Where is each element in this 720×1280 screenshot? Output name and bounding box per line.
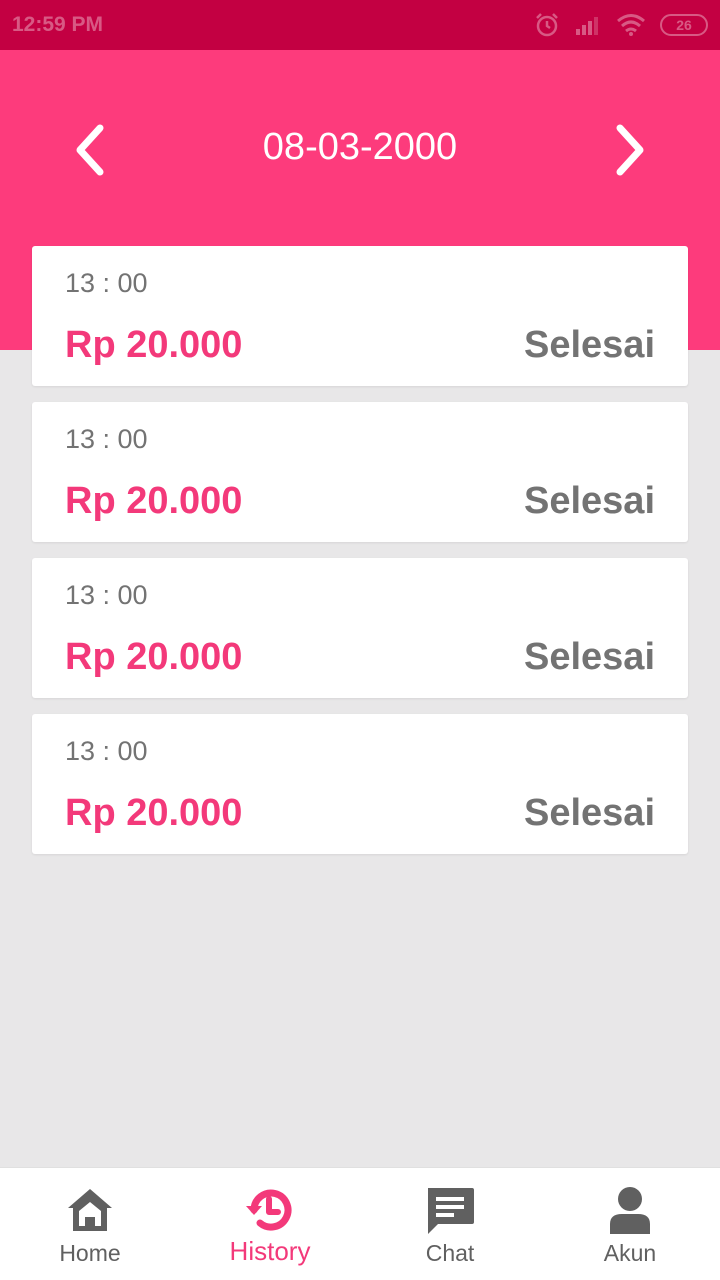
status-bar: 12:59 PM 26 [0, 0, 720, 50]
nav-item-chat[interactable]: Chat [360, 1168, 540, 1280]
transaction-card[interactable]: 13 : 00 Rp 20.000 Selesai [32, 714, 688, 854]
status-time: 12:59 PM [12, 13, 104, 36]
chevron-right-icon [616, 124, 644, 176]
nav-item-account[interactable]: Akun [540, 1168, 720, 1280]
transaction-time: 13 : 00 [65, 736, 148, 766]
transaction-amount: Rp 20.000 [65, 636, 243, 678]
transaction-time: 13 : 00 [65, 268, 148, 298]
nav-label-home: Home [59, 1240, 121, 1266]
bottom-navigation: Home History Chat Akun [0, 1167, 720, 1280]
transaction-amount: Rp 20.000 [65, 324, 243, 366]
transaction-list: 13 : 00 Rp 20.000 Selesai 13 : 00 Rp 20.… [32, 246, 688, 870]
transaction-status: Selesai [524, 324, 655, 366]
nav-item-home[interactable]: Home [0, 1168, 180, 1280]
transaction-time: 13 : 00 [65, 580, 148, 610]
nav-item-history[interactable]: History [180, 1168, 360, 1280]
previous-date-button[interactable] [60, 120, 120, 180]
status-icons: 26 [534, 12, 708, 38]
transaction-time: 13 : 00 [65, 424, 148, 454]
transaction-card[interactable]: 13 : 00 Rp 20.000 Selesai [32, 402, 688, 542]
home-icon [68, 1189, 112, 1231]
nav-label-account: Akun [603, 1240, 657, 1266]
transaction-status: Selesai [524, 792, 655, 834]
transaction-amount: Rp 20.000 [65, 480, 243, 522]
chat-icon [428, 1188, 474, 1234]
signal-icon [576, 17, 598, 35]
nav-label-chat: Chat [425, 1240, 475, 1266]
battery-level: 26 [676, 17, 692, 33]
date-title: 08-03-2000 [262, 126, 458, 168]
transaction-status: Selesai [524, 636, 655, 678]
account-icon [610, 1187, 650, 1234]
nav-label-history: History [229, 1236, 311, 1266]
alarm-icon [536, 13, 558, 37]
wifi-icon [617, 14, 645, 36]
next-date-button[interactable] [600, 120, 660, 180]
battery-icon: 26 [660, 14, 708, 36]
transaction-card[interactable]: 13 : 00 Rp 20.000 Selesai [32, 246, 688, 386]
transaction-card[interactable]: 13 : 00 Rp 20.000 Selesai [32, 558, 688, 698]
history-icon [246, 1189, 292, 1231]
chevron-left-icon [76, 124, 104, 176]
transaction-amount: Rp 20.000 [65, 792, 243, 834]
transaction-status: Selesai [524, 480, 655, 522]
